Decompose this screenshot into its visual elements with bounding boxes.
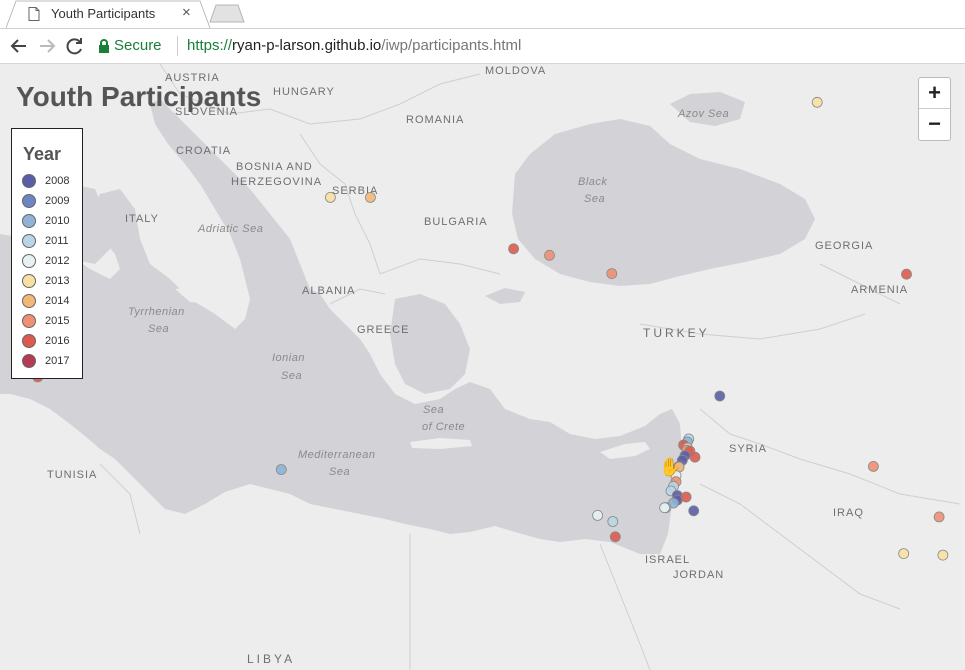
participant-marker-2011[interactable]	[607, 516, 619, 527]
participant-marker-2016[interactable]	[689, 451, 701, 463]
participant-marker-2013[interactable]	[898, 548, 910, 560]
page-title: Youth Participants	[16, 81, 262, 112]
participant-marker-2016[interactable]	[609, 531, 621, 543]
legend-item-2016: 2016	[22, 333, 80, 351]
security-label: Secure	[114, 37, 162, 54]
legend-swatch	[22, 194, 36, 208]
legend-item-2015: 2015	[22, 313, 80, 331]
legend-item-2012: 2012	[22, 253, 80, 271]
legend-item-2017: 2017	[22, 353, 80, 371]
participant-marker-2008[interactable]	[714, 390, 726, 402]
tab-close-icon[interactable]: ×	[182, 4, 191, 21]
address-separator	[177, 36, 178, 56]
participant-marker-2015[interactable]	[544, 249, 555, 261]
zoom-out-button[interactable]: −	[919, 109, 950, 139]
legend-item-2010: 2010	[22, 213, 80, 231]
participant-marker-2015[interactable]	[606, 268, 618, 280]
url-text[interactable]: https://ryan-p-larson.github.io/iwp/part…	[187, 37, 521, 54]
participant-marker-2016[interactable]	[901, 268, 912, 280]
legend-swatch	[22, 334, 36, 348]
participant-marker-2012[interactable]	[659, 502, 670, 514]
legend-swatch	[22, 274, 36, 288]
legend-swatch	[22, 174, 36, 188]
legend-swatch	[22, 354, 36, 368]
legend-year-label: 2010	[45, 215, 70, 227]
page-icon	[28, 7, 40, 21]
legend-year-label: 2015	[45, 315, 70, 327]
legend-year-label: 2013	[45, 275, 70, 287]
participant-marker-2008[interactable]	[688, 505, 700, 517]
participant-markers	[32, 96, 949, 561]
legend-item-2014: 2014	[22, 293, 80, 311]
browser-tab[interactable]: Youth Participants ×	[6, 0, 211, 29]
year-legend: Year 2008 2009 2010 2011 2012 2013 2014 2015 201…	[11, 128, 83, 379]
back-arrow-icon[interactable]	[8, 36, 30, 56]
legend-swatch	[22, 214, 36, 228]
participant-marker-2014[interactable]	[364, 191, 376, 203]
participant-marker-2016[interactable]	[680, 491, 692, 503]
lock-icon	[99, 39, 109, 53]
tab-title: Youth Participants	[51, 6, 156, 21]
participant-marker-2015[interactable]	[933, 511, 945, 523]
legend-swatch	[22, 254, 36, 268]
zoom-control: + −	[918, 77, 951, 141]
legend-swatch	[22, 294, 36, 308]
legend-item-2011: 2011	[22, 233, 80, 251]
legend-swatch	[22, 234, 36, 248]
url-path: /iwp/participants.html	[381, 37, 522, 54]
participant-marker-2015[interactable]	[868, 460, 879, 472]
legend-year-label: 2012	[45, 255, 70, 267]
legend-year-label: 2009	[45, 195, 70, 207]
browser-tab-bar: Youth Participants ×	[0, 0, 965, 29]
browser-toolbar: Secure https://ryan-p-larson.github.io/i…	[0, 29, 965, 64]
forward-arrow-icon[interactable]	[36, 36, 58, 56]
participant-marker-2013[interactable]	[937, 549, 949, 561]
map-view[interactable]: MOLDOVA AUSTRIA HUNGARY SLOVENIA ROMANIA…	[0, 64, 965, 670]
new-tab-button[interactable]	[208, 3, 248, 25]
url-scheme: https://	[187, 37, 233, 54]
participant-marker-2010[interactable]	[275, 464, 287, 475]
participant-marker-2013[interactable]	[324, 191, 336, 203]
participant-marker-2016[interactable]	[508, 243, 519, 255]
legend-title: Year	[23, 144, 62, 164]
legend-year-label: 2014	[45, 295, 70, 307]
zoom-in-button[interactable]: +	[919, 78, 950, 109]
url-host: ryan-p-larson.github.io	[232, 37, 382, 54]
participant-marker-2013[interactable]	[811, 96, 823, 108]
address-bar[interactable]: Secure https://ryan-p-larson.github.io/i…	[94, 33, 965, 59]
reload-icon[interactable]	[64, 36, 86, 56]
legend-item-2013: 2013	[22, 273, 80, 291]
legend-year-label: 2016	[45, 335, 70, 347]
legend-item-2009: 2009	[22, 193, 80, 211]
legend-item-2008: 2008	[22, 173, 80, 191]
hand-cursor-icon: ✋	[659, 457, 682, 477]
legend-swatch	[22, 314, 36, 328]
participant-marker-2012[interactable]	[592, 509, 603, 521]
legend-year-label: 2011	[45, 235, 69, 247]
legend-year-label: 2008	[45, 175, 70, 187]
legend-year-label: 2017	[45, 355, 70, 367]
